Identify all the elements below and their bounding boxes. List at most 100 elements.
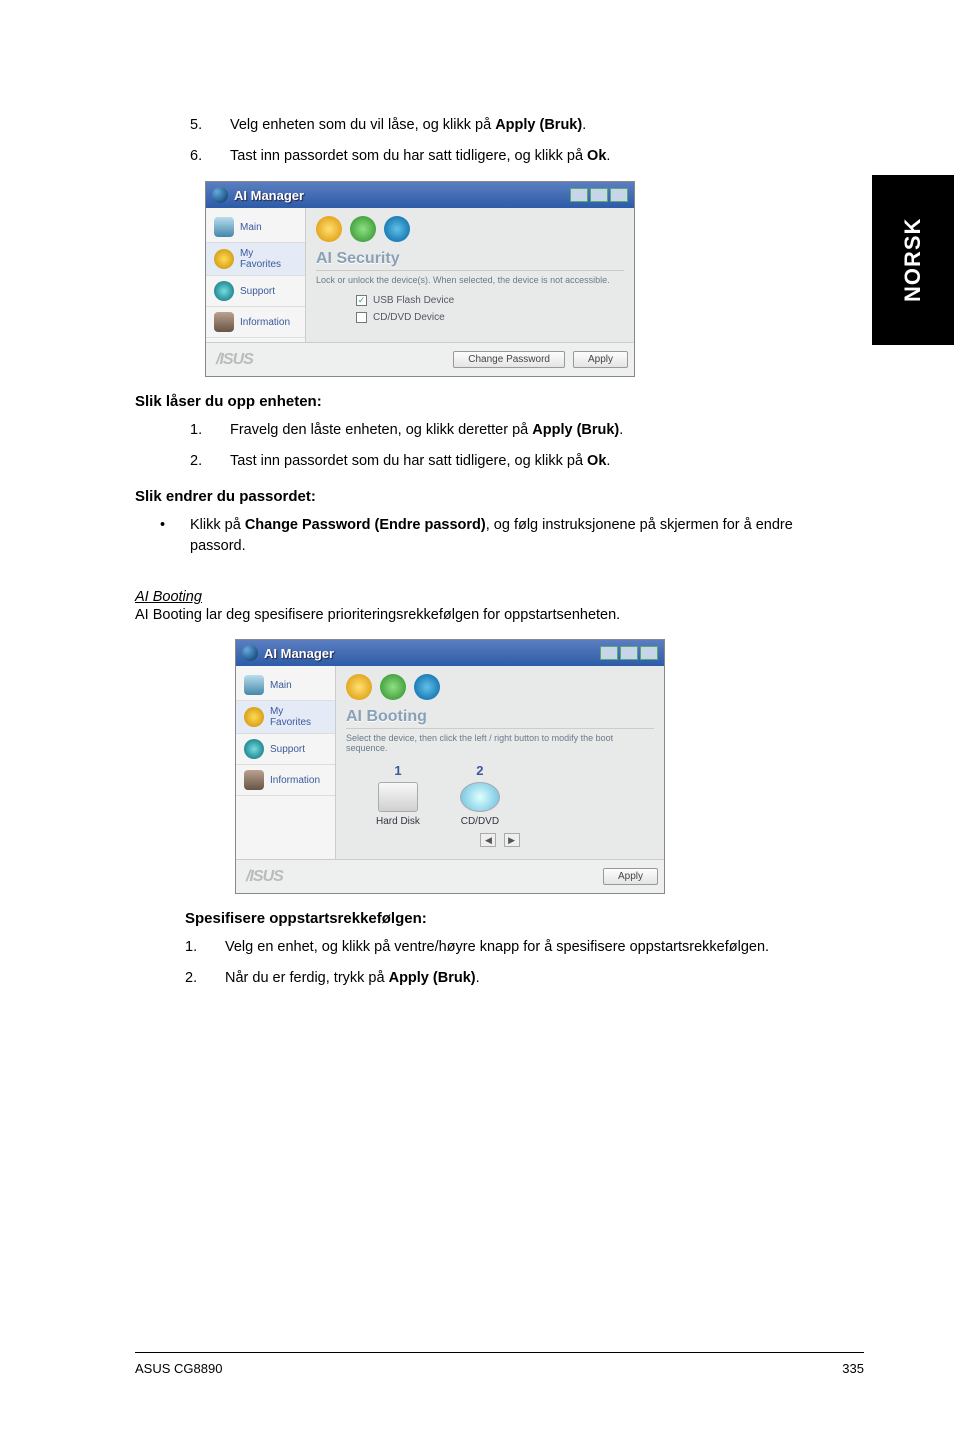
information-icon [244,770,264,790]
section-title: AI Security [316,248,624,271]
sidebar: Main My Favorites Support Information [206,208,306,342]
step-number: 1. [185,937,225,958]
window-titlebar: AI Manager [206,182,634,208]
panel-body: Main My Favorites Support Information AI… [236,666,664,859]
bullet-dot: • [160,515,190,557]
boot-priority: 1 [376,763,420,778]
tool-icon-3[interactable] [384,216,410,242]
window-title: AI Manager [264,646,334,661]
tool-icon-1[interactable] [316,216,342,242]
unlock-steps: 1. Fravelg den låste enheten, og klikk d… [190,420,795,472]
step-number: 5. [190,115,230,136]
minimize-icon[interactable] [570,188,588,202]
text: Tast inn passordet som du har satt tidli… [230,148,587,164]
specify-step-1: 1. Velg en enhet, og klikk på ventre/høy… [185,937,795,958]
page-content: 5. Velg enheten som du vil låse, og klik… [135,115,795,999]
bold: Change Password (Endre passord) [245,517,486,533]
bullet-text: Klikk på Change Password (Endre passord)… [190,515,795,557]
ai-booting-title: AI Booting [135,589,795,605]
step-number: 2. [190,451,230,472]
text: . [606,453,610,469]
minimize-icon[interactable] [600,646,618,660]
boot-priority: 2 [460,763,500,778]
sidebar-label: Information [270,775,320,786]
tool-icon-3[interactable] [414,674,440,700]
unlock-step-2: 2. Tast inn passordet som du har satt ti… [190,451,795,472]
brand-logo: /ISUS [206,345,263,375]
checkbox-label: USB Flash Device [373,295,454,306]
sidebar-item-favorites[interactable]: My Favorites [206,243,305,276]
close-icon[interactable] [610,188,628,202]
tool-icon-2[interactable] [380,674,406,700]
sidebar-item-favorites[interactable]: My Favorites [236,701,335,734]
step-text: Tast inn passordet som du har satt tidli… [230,146,795,167]
move-left-button[interactable]: ◀ [480,833,496,847]
sidebar-label: Information [240,317,290,328]
boot-sequence: 1 Hard Disk 2 CD/DVD [376,763,654,827]
content-area: AI Security Lock or unlock the device(s)… [306,208,634,342]
footer-page-number: 335 [842,1361,864,1376]
panel-body: Main My Favorites Support Information AI… [206,208,634,342]
top-steps: 5. Velg enheten som du vil låse, og klik… [190,115,795,167]
sidebar-item-information[interactable]: Information [236,765,335,796]
sidebar-item-main[interactable]: Main [206,212,305,243]
text: Når du er ferdig, trykk på [225,970,389,986]
text: . [606,148,610,164]
step-text: Tast inn passordet som du har satt tidli… [230,451,795,472]
maximize-icon[interactable] [590,188,608,202]
checkbox-label: CD/DVD Device [373,312,445,323]
maximize-icon[interactable] [620,646,638,660]
boot-label: CD/DVD [460,816,500,827]
specify-heading: Spesifisere oppstartsrekkefølgen: [185,910,795,927]
step-number: 2. [185,968,225,989]
checkbox-icon[interactable] [356,312,367,323]
bold: Ok [587,148,606,164]
window-controls [570,188,628,202]
boot-device-2[interactable]: 2 CD/DVD [460,763,500,827]
text: . [582,117,586,133]
sidebar-label: My Favorites [240,248,297,270]
support-icon [244,739,264,759]
checkbox-usb[interactable]: ✓ USB Flash Device [356,295,624,306]
unlock-heading: Slik låser du opp enheten: [135,393,795,410]
sidebar-item-main[interactable]: Main [236,670,335,701]
move-right-button[interactable]: ▶ [504,833,520,847]
text: Klikk på [190,517,245,533]
sidebar-item-information[interactable]: Information [206,307,305,338]
text: Fravelg den låste enheten, og klikk dere… [230,422,532,438]
tool-icon-2[interactable] [350,216,376,242]
step-number: 6. [190,146,230,167]
toolbar [316,216,624,242]
tool-icon-1[interactable] [346,674,372,700]
sidebar-label: My Favorites [270,706,327,728]
main-icon [214,217,234,237]
changepw-heading: Slik endrer du passordet: [135,488,795,505]
boot-label: Hard Disk [376,816,420,827]
button-row: Change Password Apply [263,343,634,376]
text: Velg enheten som du vil låse, og klikk p… [230,117,495,133]
sidebar-label: Support [270,744,305,755]
ai-booting-screenshot: AI Manager Main My Favorites Support Inf… [235,639,665,894]
checkbox-cddvd[interactable]: CD/DVD Device [356,312,624,323]
step-text: Velg enheten som du vil låse, og klikk p… [230,115,795,136]
sidebar-item-support[interactable]: Support [206,276,305,307]
checkbox-icon[interactable]: ✓ [356,295,367,306]
apply-button[interactable]: Apply [573,351,628,368]
close-icon[interactable] [640,646,658,660]
page-footer: ASUS CG8890 335 [135,1352,864,1376]
apply-button[interactable]: Apply [603,868,658,885]
ai-security-screenshot: AI Manager Main My Favorites Support Inf… [205,181,635,377]
ai-booting-para: AI Booting lar deg spesifisere prioriter… [135,605,795,625]
sidebar-label: Main [240,222,262,233]
boot-device-1[interactable]: 1 Hard Disk [376,763,420,827]
changepw-bullet: • Klikk på Change Password (Endre passor… [160,515,795,557]
cd-dvd-icon [460,782,500,812]
button-row: Apply [293,860,664,893]
section-title: AI Booting [346,706,654,729]
step-number: 1. [190,420,230,441]
specify-step-2: 2. Når du er ferdig, trykk på Apply (Bru… [185,968,795,989]
language-tab: NORSK [872,175,954,345]
change-password-button[interactable]: Change Password [453,351,565,368]
information-icon [214,312,234,332]
sidebar-item-support[interactable]: Support [236,734,335,765]
